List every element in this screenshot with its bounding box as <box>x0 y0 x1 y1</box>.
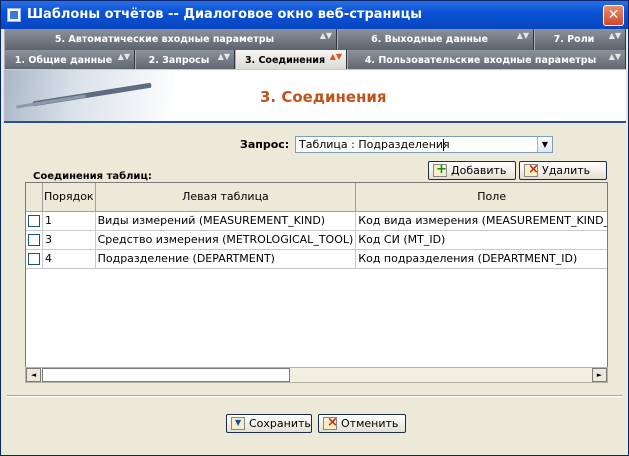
joins-panel: Запрос: Таблица : Подразделения ▼ Соедин… <box>4 123 626 454</box>
tab-output-data[interactable]: 6. Выходные данные ▲▼ <box>337 29 534 50</box>
cell-left-table: Виды измерений (MEASUREMENT_KIND) <box>95 211 357 231</box>
scroll-right-icon[interactable]: ► <box>592 368 607 382</box>
add-button[interactable]: Добавить <box>428 161 516 180</box>
cancel-button[interactable]: Отменить <box>318 414 406 433</box>
horizontal-scrollbar[interactable]: ◄ ► <box>25 367 608 383</box>
page-title: 3. Соединения <box>260 88 387 106</box>
page-banner: 3. Соединения <box>4 69 626 123</box>
table-row[interactable]: 4 Подразделение (DEPARTMENT) Код подразд… <box>26 249 607 269</box>
chevron-down-icon[interactable]: ▼ <box>537 137 552 152</box>
save-icon <box>231 417 245 430</box>
query-select-value: Таблица : Подразделения <box>299 138 450 151</box>
tab-label: 4. Пользовательские входные параметры <box>364 55 597 66</box>
add-button-label: Добавить <box>451 164 507 177</box>
row-checkbox[interactable] <box>28 214 40 227</box>
joins-grid: Порядок Левая таблица Поле 1 Виды измере… <box>26 183 607 269</box>
tab-label: 1. Общие данные <box>14 55 113 66</box>
cell-order: 4 <box>42 249 96 269</box>
query-label: Запрос: <box>240 138 290 151</box>
cell-left-table: Подразделение (DEPARTMENT) <box>95 249 357 269</box>
cell-field: Код подразделения (DEPARTMENT_ID) <box>355 249 607 269</box>
header-left-table[interactable]: Левая таблица <box>95 183 357 212</box>
delete-button-label: Удалить <box>542 164 591 177</box>
title-bar: Шаблоны отчётов -- Диалоговое окно веб-с… <box>1 1 628 29</box>
tab-auto-input-params[interactable]: 5. Автоматические входные параметры ▲▼ <box>4 29 337 50</box>
header-checkbox-col <box>26 183 43 212</box>
add-icon <box>433 162 447 177</box>
tab-arrows-icon: ▲▼ <box>117 52 130 61</box>
tab-joins[interactable]: 3. Соединения ▲▼ <box>235 50 347 71</box>
cancel-icon <box>323 415 338 430</box>
scroll-left-icon[interactable]: ◄ <box>26 368 41 382</box>
delete-icon <box>524 162 539 177</box>
cell-field: Код СИ (MT_ID) <box>355 230 607 250</box>
text-cursor <box>443 139 444 151</box>
tab-label: 3. Соединения <box>244 55 326 66</box>
tab-row-top: 5. Автоматические входные параметры ▲▼ 6… <box>4 29 626 51</box>
delete-button[interactable]: Удалить <box>519 161 607 180</box>
table-row[interactable]: 1 Виды измерений (MEASUREMENT_KIND) Код … <box>26 211 607 231</box>
tab-label: 2. Запросы <box>148 55 210 66</box>
tab-user-input-params[interactable]: 4. Пользовательские входные параметры ▲▼ <box>347 50 626 71</box>
close-button[interactable]: ✕ <box>603 5 624 26</box>
cancel-button-label: Отменить <box>341 417 399 430</box>
table-row[interactable]: 3 Средство измерения (METROLOGICAL_TOOL)… <box>26 230 607 250</box>
tab-roles[interactable]: 7. Роли ▲▼ <box>534 29 626 50</box>
cell-order: 3 <box>42 230 96 250</box>
joins-table: Порядок Левая таблица Поле 1 Виды измере… <box>25 182 608 382</box>
tab-arrows-icon: ▲▼ <box>516 31 529 40</box>
tab-arrows-icon: ▲▼ <box>329 52 342 61</box>
window-title: Шаблоны отчётов -- Диалоговое окно веб-с… <box>27 7 423 22</box>
header-order[interactable]: Порядок <box>42 183 96 212</box>
tab-arrows-icon: ▲▼ <box>608 52 621 61</box>
scrollbar-thumb[interactable] <box>42 368 290 382</box>
tab-label: 5. Автоматические входные параметры <box>54 34 275 45</box>
tab-arrows-icon: ▲▼ <box>319 31 332 40</box>
dialog-window: Шаблоны отчётов -- Диалоговое окно веб-с… <box>0 0 629 456</box>
table-header: Порядок Левая таблица Поле <box>26 183 607 212</box>
save-button[interactable]: Сохранить <box>226 414 312 433</box>
save-button-label: Сохранить <box>249 417 311 430</box>
tab-label: 6. Выходные данные <box>371 34 488 45</box>
cell-left-table: Средство измерения (METROLOGICAL_TOOL) <box>95 230 357 250</box>
row-checkbox[interactable] <box>28 233 40 246</box>
header-field[interactable]: Поле <box>355 183 607 212</box>
tab-queries[interactable]: 2. Запросы ▲▼ <box>135 50 235 71</box>
window-icon <box>7 8 21 22</box>
cell-field: Код вида измерения (MEASUREMENT_KIND_ID) <box>355 211 607 231</box>
cell-order: 1 <box>42 211 96 231</box>
query-select[interactable]: Таблица : Подразделения ▼ <box>295 136 553 153</box>
tab-label: 7. Роли <box>553 34 595 45</box>
tab-general-data[interactable]: 1. Общие данные ▲▼ <box>4 50 135 71</box>
banner-pen-image <box>4 70 174 122</box>
table-joins-label: Соединения таблиц: <box>33 171 152 182</box>
row-checkbox[interactable] <box>28 252 40 265</box>
tab-arrows-icon: ▲▼ <box>608 31 621 40</box>
tab-arrows-icon: ▲▼ <box>217 52 230 61</box>
